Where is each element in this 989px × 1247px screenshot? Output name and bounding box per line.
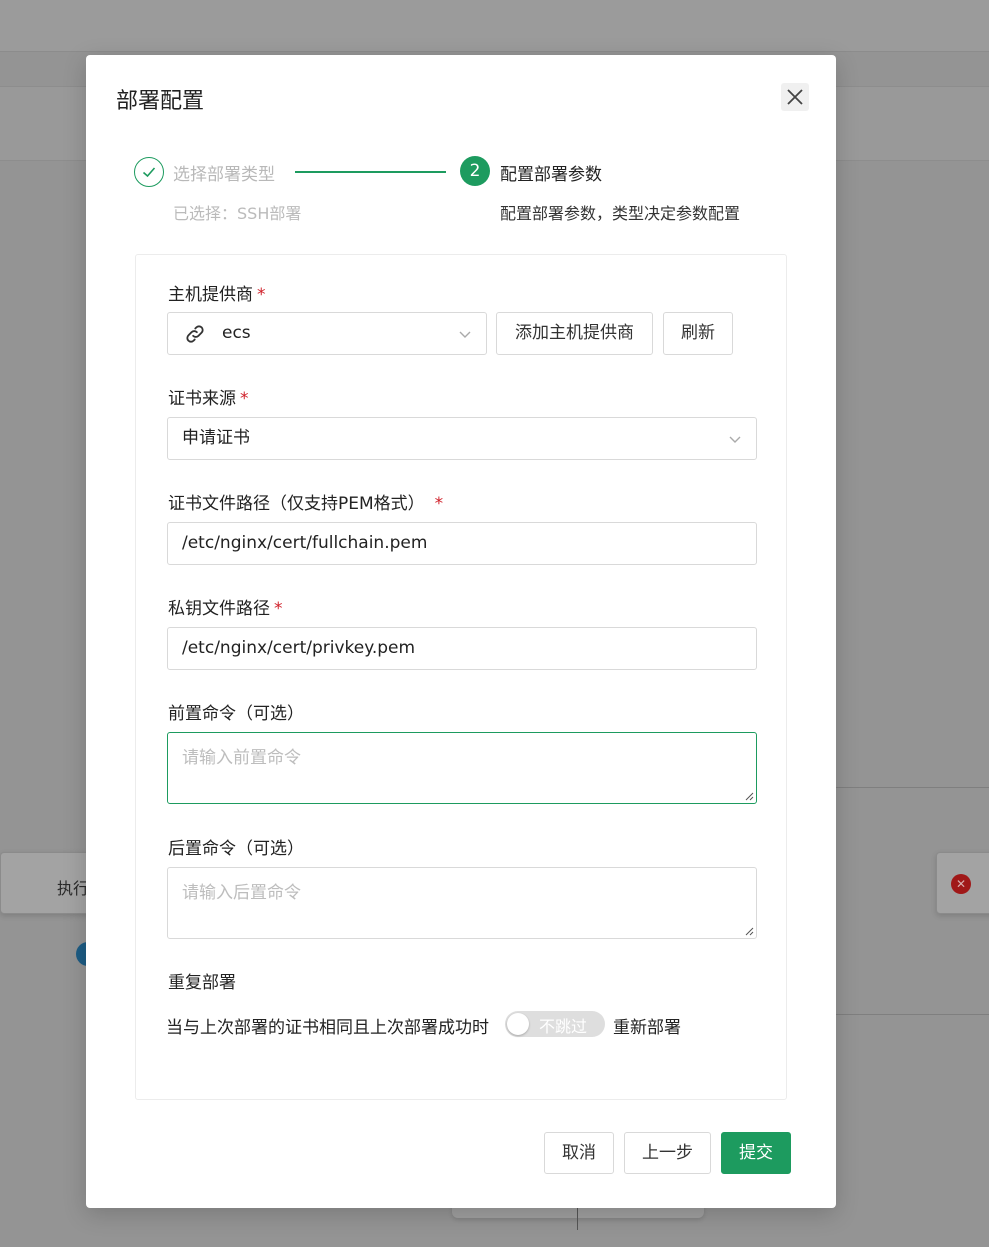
link-icon — [186, 325, 204, 343]
background-header — [0, 0, 989, 52]
required-mark: * — [434, 494, 444, 514]
step-2-description: 配置部署参数，类型决定参数配置 — [500, 204, 741, 223]
redeploy-description: 当与上次部署的证书相同且上次部署成功时 — [166, 1018, 489, 1038]
form-card: 主机提供商* ecs 添加主机提供商 刷新 证书来源* 申请证书 证书文件路 — [135, 254, 787, 1100]
background-node-label: 执行 — [57, 879, 90, 898]
background-workflow-node-right: ✕ — [936, 852, 989, 914]
host-provider-value: ecs — [222, 323, 251, 343]
key-path-value: /etc/nginx/cert/privkey.pem — [182, 638, 416, 658]
step-1-title: 选择部署类型 — [173, 165, 275, 185]
error-icon: ✕ — [951, 874, 971, 894]
submit-button[interactable]: 提交 — [721, 1132, 791, 1174]
add-host-provider-button[interactable]: 添加主机提供商 — [496, 312, 653, 355]
redeploy-label: 重复部署 — [168, 973, 236, 993]
required-mark: * — [240, 389, 249, 409]
skip-toggle[interactable]: 不跳过 — [505, 1011, 605, 1037]
deploy-config-modal: 部署配置 选择部署类型 已选择：SSH部署 2 配置部署参数 配置部署参数，类型… — [86, 55, 836, 1208]
background-connector — [577, 1208, 578, 1230]
required-mark: * — [257, 285, 266, 305]
background-divider — [836, 1014, 989, 1015]
post-command-label: 后置命令（可选） — [168, 839, 304, 859]
chevron-down-icon — [459, 331, 471, 338]
toggle-knob — [507, 1013, 529, 1035]
resize-grip-icon[interactable] — [744, 791, 754, 801]
pre-command-textarea[interactable]: 请输入前置命令 — [167, 732, 757, 804]
cert-path-label: 证书文件路径（仅支持PEM格式） * — [168, 494, 444, 514]
key-path-label: 私钥文件路径 * — [168, 599, 283, 619]
required-mark: * — [274, 599, 283, 619]
pre-command-label: 前置命令（可选） — [168, 704, 304, 724]
modal-title: 部署配置 — [116, 89, 205, 114]
resize-grip-icon[interactable] — [744, 926, 754, 936]
key-path-input[interactable]: /etc/nginx/cert/privkey.pem — [167, 627, 757, 670]
post-command-textarea[interactable]: 请输入后置命令 — [167, 867, 757, 939]
close-icon — [787, 89, 803, 105]
step-1-check-icon — [134, 157, 164, 187]
step-2-title: 配置部署参数 — [500, 165, 602, 185]
cert-source-label: 证书来源 * — [168, 389, 249, 409]
cert-source-select[interactable]: 申请证书 — [167, 417, 757, 460]
background-divider — [836, 787, 989, 788]
step-connector — [295, 171, 446, 173]
cancel-button[interactable]: 取消 — [544, 1132, 614, 1174]
step-1-description: 已选择：SSH部署 — [173, 204, 302, 223]
redeploy-suffix: 重新部署 — [613, 1018, 681, 1038]
host-provider-select[interactable]: ecs — [167, 312, 487, 355]
refresh-button[interactable]: 刷新 — [663, 312, 733, 355]
close-button[interactable] — [781, 83, 809, 111]
post-command-placeholder: 请输入后置命令 — [182, 883, 301, 903]
host-provider-label: 主机提供商 * — [168, 285, 266, 305]
cert-source-value: 申请证书 — [182, 428, 250, 448]
pre-command-placeholder: 请输入前置命令 — [182, 748, 301, 768]
toggle-label: 不跳过 — [539, 1017, 588, 1036]
prev-step-button[interactable]: 上一步 — [624, 1132, 711, 1174]
chevron-down-icon — [729, 436, 741, 443]
step-2-number: 2 — [460, 156, 490, 186]
cert-path-value: /etc/nginx/cert/fullchain.pem — [182, 533, 428, 553]
cert-path-input[interactable]: /etc/nginx/cert/fullchain.pem — [167, 522, 757, 565]
